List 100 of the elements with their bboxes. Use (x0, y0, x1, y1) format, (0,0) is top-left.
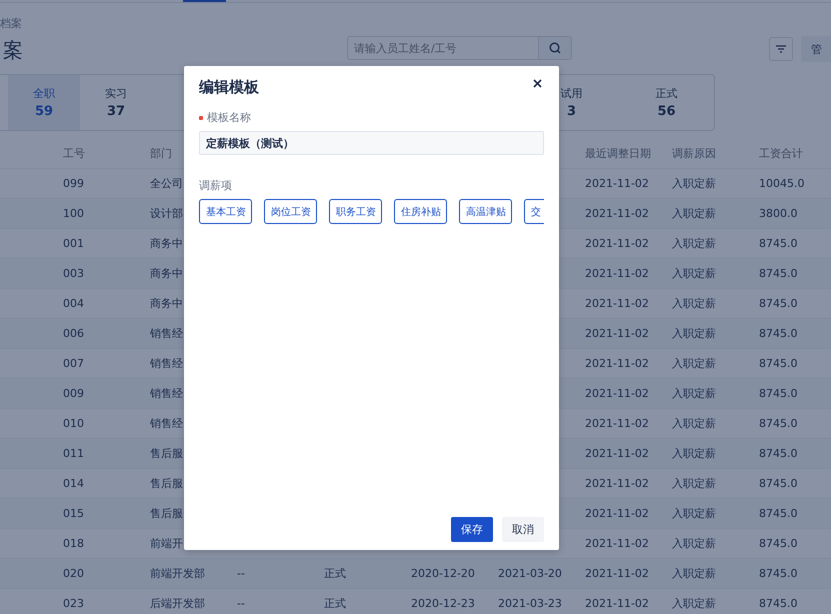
table-cell: 8745.0 (759, 387, 798, 400)
salary-item-button[interactable]: 岗位工资 (264, 199, 317, 224)
table-cell: 8745.0 (759, 447, 798, 460)
table-cell: 商务中 (150, 267, 183, 280)
table-cell: -- (237, 567, 245, 580)
salary-item-button[interactable]: 职务工资 (329, 199, 382, 224)
table-cell: 售后服 (150, 477, 183, 490)
table-cell: 009 (63, 387, 84, 400)
table-cell: 2020-12-20 (411, 567, 475, 580)
table-cell: 2021-11-02 (585, 417, 649, 430)
table-cell: 8745.0 (759, 357, 798, 370)
salary-item-button[interactable]: 住房补贴 (394, 199, 447, 224)
table-cell: 2021-11-02 (585, 477, 649, 490)
table-cell: 10045.0 (759, 177, 804, 190)
table-cell: 2021-11-02 (585, 387, 649, 400)
name-input[interactable]: 定薪模板（测试） (199, 131, 544, 155)
manage-button[interactable]: 管 (801, 36, 831, 62)
table-cell: 2021-11-02 (585, 537, 649, 550)
table-cell: 2021-11-02 (585, 507, 649, 520)
table-cell: 099 (63, 177, 84, 190)
table-cell: 8745.0 (759, 507, 798, 520)
close-icon (532, 78, 542, 88)
close-button[interactable] (531, 77, 543, 89)
table-cell: 入职定薪 (672, 537, 716, 550)
save-button[interactable]: 保存 (451, 517, 493, 542)
column-header: 工资合计 (759, 147, 803, 160)
filter-button[interactable] (769, 37, 793, 61)
table-cell: 8745.0 (759, 477, 798, 490)
table-cell: 2021-11-02 (585, 237, 649, 250)
table-cell: 8745.0 (759, 597, 798, 610)
table-cell: 011 (63, 447, 84, 460)
salary-item-button[interactable]: 高温津贴 (459, 199, 512, 224)
table-cell: 8745.0 (759, 567, 798, 580)
table-cell: 销售经 (150, 357, 183, 370)
table-cell: 2021-03-20 (498, 567, 562, 580)
search-field[interactable]: 请输入员工姓名/工号 (347, 36, 539, 60)
table-cell: 2020-12-23 (411, 597, 475, 610)
table-cell: 007 (63, 357, 84, 370)
table-cell: 8745.0 (759, 267, 798, 280)
table-cell: 2021-11-02 (585, 327, 649, 340)
table-cell: 入职定薪 (672, 207, 716, 220)
table-cell: 入职定薪 (672, 477, 716, 490)
table-cell: 2021-11-02 (585, 267, 649, 280)
table-cell: 8745.0 (759, 417, 798, 430)
salary-item-button[interactable]: 基本工资 (199, 199, 252, 224)
table-cell: 前端开 (150, 537, 183, 550)
tab-indicator (183, 0, 226, 2)
column-header: 部门 (150, 147, 172, 160)
table-cell: 商务中 (150, 297, 183, 310)
table-cell: 2021-11-02 (585, 297, 649, 310)
table-cell: 100 (63, 207, 84, 220)
column-header: 工号 (63, 147, 85, 160)
table-cell: 2021-11-02 (585, 207, 649, 220)
table-cell: 入职定薪 (672, 417, 716, 430)
table-cell: 006 (63, 327, 84, 340)
column-header: 调薪原因 (672, 147, 716, 160)
table-cell: 后端开发部 (150, 597, 205, 610)
table-cell: 销售经 (150, 417, 183, 430)
table-cell: 8745.0 (759, 297, 798, 310)
table-cell: 2021-11-02 (585, 177, 649, 190)
table-cell: 2021-11-02 (585, 567, 649, 580)
table-cell: 2021-11-02 (585, 357, 649, 370)
table-cell: 销售经 (150, 387, 183, 400)
table-cell: 前端开发部 (150, 567, 205, 580)
search-icon (549, 42, 561, 54)
table-cell: 010 (63, 417, 84, 430)
table-cell: 2021-11-02 (585, 447, 649, 460)
table-cell: 设计部 (150, 207, 183, 220)
table-cell: 014 (63, 477, 84, 490)
table-cell: 入职定薪 (672, 447, 716, 460)
table-cell: 020 (63, 567, 84, 580)
field-label: 模板名称 (207, 110, 251, 125)
filter-icon (776, 45, 786, 53)
search-button[interactable] (539, 36, 572, 60)
column-header: 最近调整日期 (585, 147, 651, 160)
table-cell: 入职定薪 (672, 507, 716, 520)
stat-tab[interactable]: 实习 37 (80, 75, 152, 130)
table-cell: 2021-03-23 (498, 597, 562, 610)
table-cell: 全公司 (150, 177, 183, 190)
table-cell: 入职定薪 (672, 177, 716, 190)
table-cell: 2021-11-02 (585, 597, 649, 610)
table-cell: 入职定薪 (672, 297, 716, 310)
page-title: 案 (2, 37, 24, 63)
table-cell: 004 (63, 297, 84, 310)
table-cell: 8745.0 (759, 237, 798, 250)
dialog-title: 编辑模板 (199, 78, 259, 96)
table-cell: 入职定薪 (672, 267, 716, 280)
table-cell: 023 (63, 597, 84, 610)
table-cell: 8745.0 (759, 327, 798, 340)
table-cell: 015 (63, 507, 84, 520)
table-cell: 入职定薪 (672, 237, 716, 250)
stat-tab[interactable]: 正式 56 (619, 75, 714, 130)
table-cell: 销售经 (150, 327, 183, 340)
cancel-button[interactable]: 取消 (502, 517, 544, 542)
table-cell: 入职定薪 (672, 597, 716, 610)
salary-item-button[interactable]: 交 (524, 199, 544, 224)
table-cell: -- (237, 597, 245, 610)
table-cell: 售后服 (150, 447, 183, 460)
section-label: 调薪项 (199, 178, 233, 193)
table-cell: 001 (63, 237, 84, 250)
